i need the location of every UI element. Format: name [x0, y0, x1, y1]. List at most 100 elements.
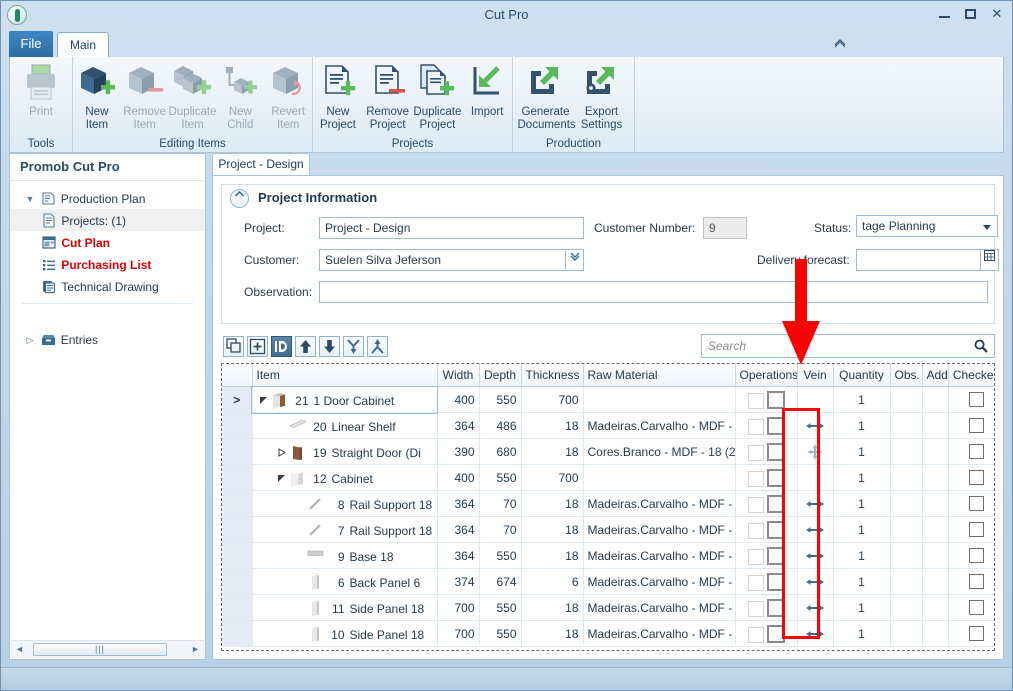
th-add[interactable]: Add: [922, 364, 949, 387]
cell-obs[interactable]: [890, 542, 923, 569]
cell-vein[interactable]: [797, 412, 834, 439]
cell-obs[interactable]: [890, 438, 923, 465]
cell-add[interactable]: [922, 490, 949, 517]
operations-checkbox[interactable]: [766, 598, 785, 617]
cell-checked[interactable]: [948, 620, 994, 647]
scroll-right-arrow-icon[interactable]: ►: [190, 644, 201, 655]
tab-main[interactable]: Main: [57, 32, 109, 57]
sidebar-item-production-plan[interactable]: ▼ Production Plan: [10, 187, 205, 209]
row-selector[interactable]: [222, 438, 253, 465]
cell-raw-material[interactable]: Madeiras.Carvalho - MDF -: [583, 594, 736, 621]
cell-vein[interactable]: [797, 516, 834, 543]
cell-width[interactable]: 400: [437, 386, 480, 413]
row-twisty-icon[interactable]: [275, 474, 289, 483]
operations-checkbox[interactable]: [766, 390, 785, 409]
cell-add[interactable]: [922, 620, 949, 647]
calendar-icon[interactable]: [981, 249, 999, 271]
cell-operations[interactable]: [735, 386, 798, 413]
cell-quantity[interactable]: 1: [833, 386, 891, 413]
cell-item[interactable]: 8 Rail Support 18: [252, 490, 438, 517]
duplicate-project-button[interactable]: Duplicate Project: [413, 59, 463, 132]
cell-raw-material[interactable]: [583, 464, 736, 491]
checked-checkbox[interactable]: [969, 599, 984, 615]
observation-input[interactable]: [319, 281, 988, 303]
cell-raw-material[interactable]: Madeiras.Carvalho - MDF -: [583, 412, 736, 439]
cell-depth[interactable]: 70: [479, 516, 522, 543]
cell-depth[interactable]: 674: [479, 568, 522, 595]
checked-checkbox[interactable]: [969, 469, 984, 485]
row-twisty-icon[interactable]: [257, 396, 271, 405]
cell-item[interactable]: 12 Cabinet: [252, 464, 438, 491]
print-button[interactable]: Print: [13, 59, 69, 119]
operations-checkbox[interactable]: [766, 494, 785, 513]
checked-checkbox[interactable]: [969, 547, 984, 563]
th-raw-material[interactable]: Raw Material: [583, 364, 736, 387]
cell-checked[interactable]: [948, 438, 994, 465]
collapse-panel-button[interactable]: [230, 189, 249, 208]
table-row[interactable]: 12 Cabinet 400 550 700 1: [222, 464, 994, 491]
row-selector[interactable]: [222, 542, 253, 569]
cell-operations[interactable]: [735, 542, 798, 569]
id-toggle-button[interactable]: [271, 336, 292, 357]
th-vein[interactable]: Vein: [797, 364, 834, 387]
project-input[interactable]: Project - Design: [319, 217, 584, 239]
row-twisty-icon[interactable]: [275, 447, 289, 457]
th-thickness[interactable]: Thickness: [521, 364, 584, 387]
cell-width[interactable]: 374: [437, 568, 480, 595]
cell-vein[interactable]: [797, 386, 834, 413]
cell-depth[interactable]: 70: [479, 490, 522, 517]
cell-quantity[interactable]: 1: [833, 516, 891, 543]
cell-add[interactable]: [922, 542, 949, 569]
cell-thickness[interactable]: 6: [521, 568, 584, 595]
sidebar-horizontal-scrollbar[interactable]: ◄ ||| ►: [11, 640, 204, 658]
table-row[interactable]: 19 Straight Door (Di 390 680 18 Cores.Branco …: [222, 438, 994, 465]
cell-obs[interactable]: [890, 464, 923, 491]
cell-item[interactable]: 19 Straight Door (Di: [252, 438, 438, 465]
th-rowsel[interactable]: [222, 364, 253, 387]
cell-quantity[interactable]: 1: [833, 568, 891, 595]
cell-checked[interactable]: [948, 568, 994, 595]
table-row[interactable]: 11 Side Panel 18 700 550 18 Madeiras.Carvalho…: [222, 594, 994, 621]
table-row[interactable]: 7 Rail Support 18 364 70 18 Madeiras.Carvalho…: [222, 516, 994, 543]
merge-down-button[interactable]: [343, 336, 364, 357]
cell-item[interactable]: 9 Base 18: [252, 542, 438, 569]
cell-obs[interactable]: [890, 412, 923, 439]
row-selector[interactable]: [222, 464, 253, 491]
cell-depth[interactable]: 550: [479, 620, 522, 647]
export-settings-button[interactable]: Export Settings: [574, 59, 630, 132]
table-row[interactable]: 10 Side Panel 18 700 550 18 Madeiras.Carvalho…: [222, 620, 994, 647]
checked-checkbox[interactable]: [969, 417, 984, 433]
cell-thickness[interactable]: 18: [521, 620, 584, 647]
cell-quantity[interactable]: 1: [833, 438, 891, 465]
cell-width[interactable]: 364: [437, 542, 480, 569]
cell-vein[interactable]: [797, 438, 834, 465]
th-quantity[interactable]: Quantity: [833, 364, 891, 387]
cell-thickness[interactable]: 700: [521, 386, 584, 413]
cell-obs[interactable]: [890, 490, 923, 517]
cell-obs[interactable]: [890, 594, 923, 621]
table-row[interactable]: 20 Linear Shelf 364 486 18 Madeiras.Carvalho …: [222, 412, 994, 439]
cell-thickness[interactable]: 18: [521, 412, 584, 439]
cell-vein[interactable]: [797, 542, 834, 569]
cell-item[interactable]: 21 1 Door Cabinet: [251, 385, 438, 414]
row-selector[interactable]: [222, 620, 253, 647]
cell-thickness[interactable]: 700: [521, 464, 584, 491]
cell-raw-material[interactable]: Cores.Branco - MDF - 18 (2: [583, 438, 736, 465]
operations-checkbox[interactable]: [766, 572, 785, 591]
row-selector[interactable]: [222, 516, 253, 543]
new-project-button[interactable]: New Project: [313, 59, 363, 132]
cell-item[interactable]: 6 Back Panel 6: [252, 568, 438, 595]
import-button[interactable]: Import: [462, 59, 512, 119]
add-row-button[interactable]: [247, 336, 268, 357]
cell-add[interactable]: [922, 516, 949, 543]
cell-checked[interactable]: [948, 386, 994, 413]
customer-dropdown-icon[interactable]: [566, 249, 584, 271]
checked-checkbox[interactable]: [969, 573, 984, 589]
scrollbar-thumb[interactable]: |||: [33, 643, 167, 656]
cell-item[interactable]: 7 Rail Support 18: [252, 516, 438, 543]
row-selector[interactable]: [222, 568, 253, 595]
table-row[interactable]: >21 1 Door Cabinet 400 550 700 1: [222, 385, 994, 414]
chevron-down-icon[interactable]: ▼: [24, 188, 36, 210]
tab-file[interactable]: File: [9, 31, 53, 57]
search-input[interactable]: Search: [708, 339, 746, 353]
